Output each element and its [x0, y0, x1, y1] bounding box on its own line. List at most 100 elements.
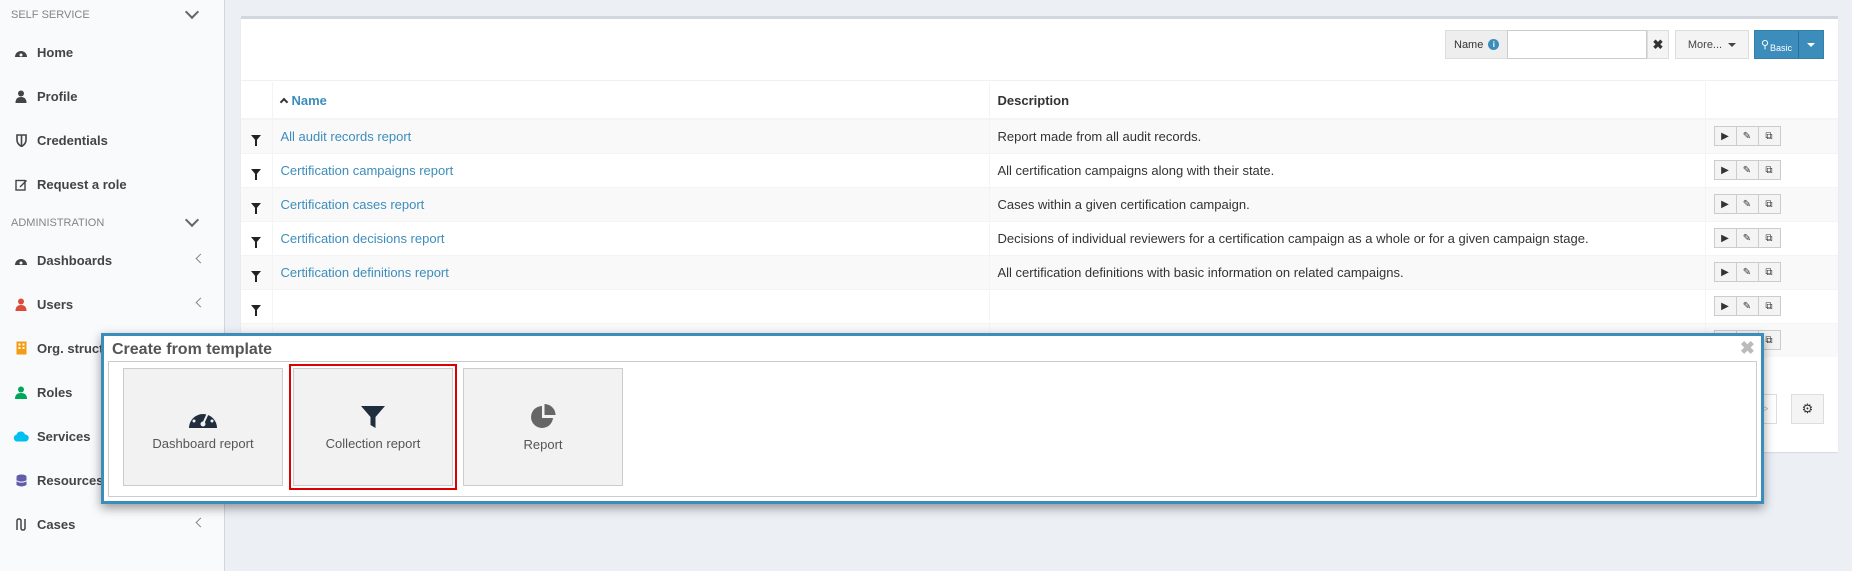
sidebar-item-label: Home: [37, 44, 74, 60]
edit-report-button[interactable]: ✎: [1735, 296, 1759, 316]
copy-report-button[interactable]: ⧉: [1757, 296, 1781, 316]
name-search-input[interactable]: [1507, 30, 1647, 59]
more-button[interactable]: More...: [1675, 30, 1749, 59]
run-report-button[interactable]: ▶: [1713, 160, 1737, 180]
row-name-cell: Certification cases report: [272, 186, 990, 221]
icon-column-header: [241, 82, 273, 120]
close-dialog-button[interactable]: ✖: [1740, 338, 1755, 359]
description-column-header: Description: [989, 82, 1706, 120]
report-name-link[interactable]: Certification definitions report: [281, 265, 449, 280]
row-actions: ▶ ✎ ⧉: [1713, 126, 1781, 147]
run-report-button[interactable]: ▶: [1713, 126, 1737, 147]
row-description-cell: Decisions of individual reviewers for a …: [989, 220, 1706, 255]
row-actions-cell: ▶ ✎ ⧉: [1705, 118, 1838, 153]
sidebar-item-label: Users: [37, 296, 74, 312]
sidebar-item-profile[interactable]: Profile: [0, 74, 224, 118]
template-collection-report[interactable]: Collection report: [289, 364, 457, 490]
funnel-icon: [251, 168, 261, 180]
database-icon: [13, 472, 29, 488]
more-button-label: More...: [1687, 38, 1723, 51]
name-filter-label: Name i: [1445, 30, 1509, 59]
cases-icon: [13, 516, 29, 532]
search-mode-dropdown[interactable]: [1799, 42, 1823, 47]
copy-report-button[interactable]: ⧉: [1757, 194, 1781, 214]
table-row: Certification definitions report All cer…: [241, 254, 1838, 289]
row-actions-cell: ▶ ✎ ⧉: [1705, 186, 1838, 221]
administration-header-label: ADMINISTRATION: [11, 217, 105, 229]
copy-report-button[interactable]: ⧉: [1757, 160, 1781, 180]
name-column-header[interactable]: Name: [272, 82, 990, 120]
dashboard-icon: [13, 44, 29, 60]
report-name-link[interactable]: All audit records report: [281, 129, 412, 144]
clear-search-button[interactable]: ✖: [1647, 30, 1669, 59]
template-report[interactable]: Report: [463, 368, 623, 486]
template-dashboard-report[interactable]: Dashboard report: [123, 368, 283, 486]
row-description-cell: [989, 288, 1706, 323]
sidebar-item-label: Org. struct: [37, 340, 104, 356]
self-service-header-label: SELF SERVICE: [11, 9, 90, 21]
row-actions-cell: ▶ ✎ ⧉: [1705, 254, 1838, 289]
edit-report-button[interactable]: ✎: [1735, 194, 1759, 214]
basic-label: Basic: [1770, 42, 1793, 53]
chevron-left-icon: [195, 253, 206, 264]
sidebar-item-home[interactable]: Home: [0, 30, 224, 74]
copy-report-button[interactable]: ⧉: [1757, 262, 1781, 282]
sidebar-item-cases[interactable]: Cases: [0, 502, 224, 546]
sidebar-item-label: Cases: [37, 516, 76, 532]
table-row: ▶ ✎ ⧉: [241, 288, 1838, 323]
row-actions: ▶ ✎ ⧉: [1713, 194, 1781, 214]
row-actions-cell: ▶ ✎ ⧉: [1705, 288, 1838, 323]
sort-by-name-link[interactable]: Name: [279, 92, 327, 108]
run-report-button[interactable]: ▶: [1713, 296, 1737, 316]
chevron-left-icon: [195, 297, 206, 308]
caret-down-icon: [1728, 42, 1737, 47]
sidebar-item-label: Resources: [37, 472, 104, 488]
name-column-label: Name: [291, 92, 327, 108]
template-label: Report: [523, 436, 563, 452]
copy-report-button[interactable]: ⧉: [1757, 228, 1781, 248]
table-row: Certification cases report Cases within …: [241, 186, 1838, 221]
row-type-cell: [241, 254, 273, 289]
row-description-cell: Cases within a given certification campa…: [989, 186, 1706, 221]
run-report-button[interactable]: ▶: [1713, 194, 1737, 214]
basic-search-button[interactable]: ⚲ Basic: [1754, 30, 1824, 59]
user-icon: [13, 296, 29, 312]
row-description-cell: All certification definitions with basic…: [989, 254, 1706, 289]
sidebar-item-dashboards[interactable]: Dashboards: [0, 238, 224, 282]
edit-report-button[interactable]: ✎: [1735, 160, 1759, 180]
sidebar-item-request-a-role[interactable]: Request a role: [0, 162, 224, 206]
shield-icon: [13, 132, 29, 148]
report-name-link[interactable]: Certification cases report: [281, 197, 425, 212]
close-icon: ✖: [1739, 338, 1755, 358]
row-name-cell: Certification decisions report: [272, 220, 990, 255]
edit-report-button[interactable]: ✎: [1735, 126, 1759, 147]
create-from-template-dialog: Create from template ✖ Dashboard report …: [101, 333, 1764, 504]
funnel-icon: [361, 405, 385, 428]
sidebar-item-users[interactable]: Users: [0, 282, 224, 326]
user-icon: [13, 88, 29, 104]
edit-report-button[interactable]: ✎: [1735, 262, 1759, 282]
copy-report-button[interactable]: ⧉: [1757, 126, 1781, 147]
search-button[interactable]: ⚲ Basic: [1755, 31, 1799, 58]
run-report-button[interactable]: ▶: [1713, 228, 1737, 248]
table-settings-button[interactable]: ⚙: [1791, 394, 1824, 424]
sidebar-item-credentials[interactable]: Credentials: [0, 118, 224, 162]
administration-header[interactable]: ADMINISTRATION: [0, 208, 224, 238]
row-name-cell: Certification definitions report: [272, 254, 990, 289]
funnel-icon: [251, 202, 261, 214]
report-name-link[interactable]: Certification campaigns report: [281, 163, 454, 178]
funnel-icon: [251, 304, 261, 316]
row-name-cell: Certification campaigns report: [272, 152, 990, 187]
report-name-link[interactable]: Certification decisions report: [281, 231, 445, 246]
row-actions-cell: ▶ ✎ ⧉: [1705, 220, 1838, 255]
info-icon[interactable]: i: [1488, 39, 1500, 50]
row-type-cell: [241, 288, 273, 323]
building-icon: [13, 340, 29, 356]
self-service-header[interactable]: SELF SERVICE: [0, 0, 224, 30]
row-type-cell: [241, 220, 273, 255]
table-header-row: Name Description: [241, 82, 1838, 120]
edit-report-button[interactable]: ✎: [1735, 228, 1759, 248]
sort-ascending-icon: [279, 97, 288, 106]
table-row: All audit records report Report made fro…: [241, 118, 1838, 153]
run-report-button[interactable]: ▶: [1713, 262, 1737, 282]
